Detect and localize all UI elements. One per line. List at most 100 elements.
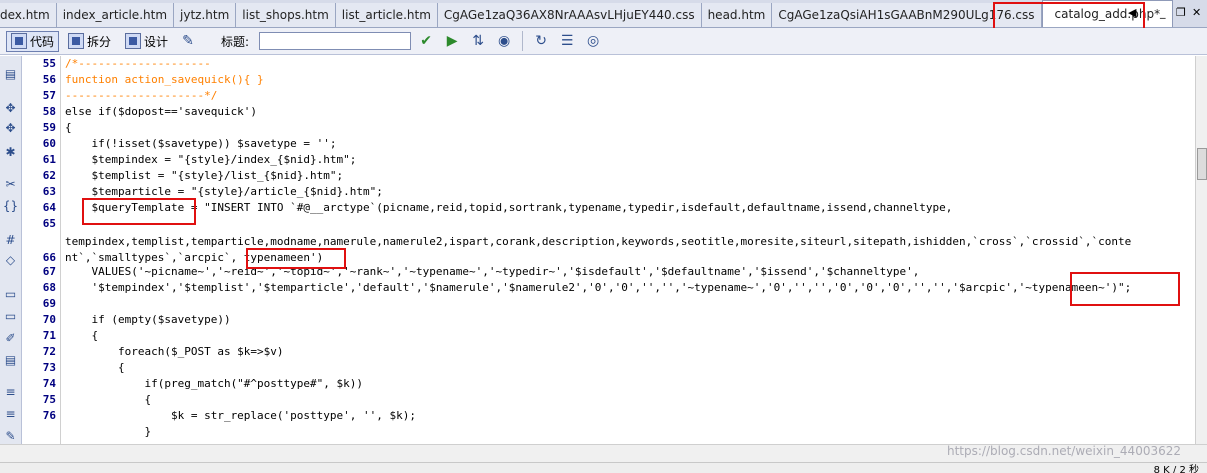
preview-icon[interactable]: ▶ [441,31,463,51]
code-editor[interactable]: /*-------------------- function action_sa… [65,56,1195,444]
expand-all-icon[interactable]: ✱ [3,144,18,159]
code-line: { [65,329,99,342]
line-number: 68 [42,281,56,294]
tab-0[interactable]: dex.htm [0,3,57,27]
line-number: 76 [42,409,56,422]
collapse-tag-icon[interactable]: ✥ [3,100,18,115]
tab-label: index_article.htm [62,8,168,22]
title-input[interactable] [259,32,412,50]
line-number: 73 [42,361,56,374]
highlight-invalid-code-icon[interactable]: ◇ [3,252,18,267]
remove-comment-icon[interactable]: ▭ [3,308,18,323]
code-line: } [65,425,152,438]
visual-aids-icon[interactable]: ◎ [582,31,604,51]
tab-active-catalog-add[interactable]: catalog_add.php* [1041,0,1174,27]
tab-label: CgAGe1zaQsiAH1sGAABnM290ULg176.css [778,8,1035,22]
line-number: 55 [42,57,56,70]
line-number: 62 [42,169,56,182]
wrap-tag-icon[interactable]: ✐ [3,330,18,345]
code-line: tempindex,templist,temparticle,modname,n… [65,235,1132,248]
tab-label: dex.htm [0,8,50,22]
line-number: 59 [42,121,56,134]
code-line: else if($dopost=='savequick') [65,105,258,118]
tab-3[interactable]: list_shops.htm [236,3,336,27]
code-line: $queryTemplate = "INSERT INTO `#@__arcty… [65,201,953,214]
minimize-icon[interactable]: _ [1160,6,1166,19]
code-line: /*-------------------- [65,57,211,70]
tab-5[interactable]: CgAGe1zaQ36AX8NrAAAsvLHjuEY440.css [437,3,702,27]
code-line: $tempindex = "{style}/index_{$nid}.htm"; [65,153,357,166]
open-documents-icon[interactable]: ▤ [3,66,18,81]
tab-7[interactable]: CgAGe1zaQsiAH1sGAABnM290ULg176.css [772,3,1042,27]
line-number: 57 [42,89,56,102]
design-view-button[interactable]: 设计 [120,31,173,52]
tab-6[interactable]: head.htm [701,3,773,27]
tab-label: CgAGe1zaQ36AX8NrAAAsvLHjuEY440.css [443,8,695,22]
format-source-icon[interactable]: ✎ [3,428,18,443]
code-line: nt`,`smalltypes`,`arcpic`, typenameen') [65,251,324,264]
tab-label: jytz.htm [180,8,230,22]
line-numbers-icon[interactable]: # [3,232,18,247]
vertical-scrollbar[interactable] [1195,56,1207,444]
tab-label: catalog_add.php* [1054,7,1161,21]
outdent-code-icon[interactable]: ≡ [3,406,18,421]
line-number: 67 [42,265,56,278]
line-number: 64 [42,201,56,214]
browser-preview-icon[interactable]: ◉ [493,31,515,51]
tab-label: head.htm [707,8,766,22]
tab-scroll-left-icon[interactable]: ◀ [1128,6,1136,19]
tab-2[interactable]: jytz.htm [174,3,237,27]
split-view-label: 拆分 [87,34,112,49]
code-view-button[interactable]: 代码 [6,30,60,52]
collapse-selection-icon[interactable]: ✥ [3,120,18,135]
code-line: '$tempindex','$templist','$temparticle',… [65,281,1132,294]
select-parent-tag-icon[interactable]: ✂ [3,176,18,191]
line-number: 71 [42,329,56,342]
tab-1[interactable]: index_article.htm [56,3,175,27]
line-number: 75 [42,393,56,406]
code-line: function action_savequick(){ } [65,73,264,86]
code-line: if (empty($savetype)) [65,313,231,326]
indent-code-icon[interactable]: ≡ [3,384,18,399]
document-tab-bar: dex.htm index_article.htm jytz.htm list_… [0,0,1207,28]
live-view-icon[interactable]: ✎ [177,31,199,51]
code-line: VALUES('~picname~','~reid~','~topid~','~… [65,265,920,278]
code-view-label: 代码 [30,34,55,49]
code-line: if(preg_match("#^posttype#", $k)) [65,377,364,390]
line-number: 60 [42,137,56,150]
validate-icon[interactable]: ✔ [415,31,437,51]
status-bar: 8 K / 2 秒 [0,462,1207,473]
code-view-icon [11,33,27,49]
apply-comment-icon[interactable]: ▭ [3,286,18,301]
coding-toolbar: ▤ ✥ ✥ ✱ ✂ {} # ◇ ▭ ▭ ✐ ▤ ≡ ≡ ✎ [0,56,22,444]
balance-braces-icon[interactable]: {} [3,198,18,213]
file-transfer-icon[interactable]: ⇅ [467,31,489,51]
split-view-icon [68,33,85,49]
design-view-icon [125,33,142,49]
toolbar-separator [522,31,524,51]
line-number: 69 [42,297,56,310]
watermark-text: https://blog.csdn.net/weixin_44003622 [946,444,1181,458]
code-line: foreach($_POST as $k=>$v) [65,345,284,358]
line-number: 58 [42,105,56,118]
line-number: 72 [42,345,56,358]
view-options-icon[interactable]: ☰ [556,31,578,51]
line-number: 70 [42,313,56,326]
code-line: $temparticle = "{style}/article_{$nid}.h… [65,185,383,198]
restore-icon[interactable]: ❐ [1176,6,1186,19]
vertical-scrollbar-thumb[interactable] [1197,148,1207,180]
code-line: $k = str_replace('posttype', '', $k); [65,409,416,422]
code-line: { [65,121,72,134]
split-view-button[interactable]: 拆分 [63,31,116,52]
tab-label: list_shops.htm [242,8,329,22]
line-number: 65 [42,217,56,230]
code-line: $templist = "{style}/list_{$nid}.htm"; [65,169,344,182]
line-number: 66 [42,251,56,264]
close-icon[interactable]: ✕ [1192,6,1201,19]
line-number: 63 [42,185,56,198]
line-number: 56 [42,73,56,86]
tab-4[interactable]: list_article.htm [335,3,438,27]
code-line: ---------------------*/ [65,89,218,102]
recent-snippets-icon[interactable]: ▤ [3,352,18,367]
refresh-icon[interactable]: ↻ [530,31,552,51]
